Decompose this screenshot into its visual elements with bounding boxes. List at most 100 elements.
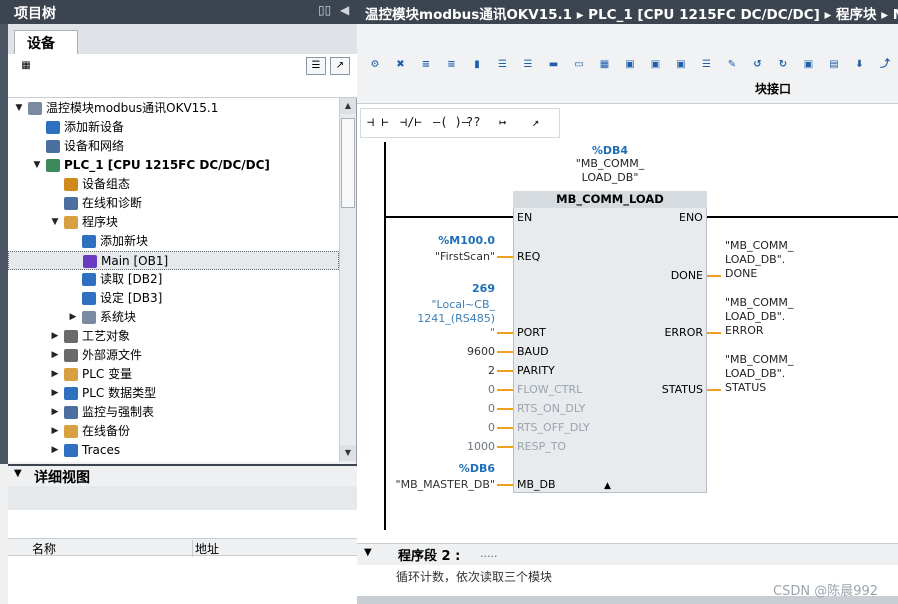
pin-icon[interactable]: ▯▯ (318, 3, 331, 17)
collapse-left-icon[interactable]: ◀ (340, 3, 349, 17)
toolbar-button-icon[interactable]: ☰ (698, 56, 716, 74)
tree-item[interactable]: ▼ PLC_1 [CPU 1215FC DC/DC/DC] (8, 156, 339, 175)
expand-right-icon[interactable]: ▶ (50, 327, 60, 346)
tree-scrollbar[interactable]: ▲ ▼ (339, 98, 356, 462)
input-wire (497, 427, 513, 429)
instruction-bar: ⊣ ⊢ ⊣/⊢ –( )–?? ↦ ↗ (360, 108, 560, 138)
toolbar-button-icon[interactable]: ▦ (596, 56, 614, 74)
network-toggle-icon[interactable]: ▼ (364, 547, 372, 558)
tree-item[interactable]: ▼ 程序块 (8, 213, 339, 232)
input-wire (497, 256, 513, 258)
tree-item[interactable]: 设定 [DB3] (8, 289, 339, 308)
network-icon (46, 140, 60, 153)
instance-db-name[interactable]: "MB_COMM_ LOAD_DB" (560, 157, 660, 185)
param-value[interactable]: 1000 (467, 440, 495, 454)
expand-down-icon[interactable]: ▼ (32, 156, 42, 175)
param-value[interactable]: 0 (488, 402, 495, 416)
instruction-icon[interactable]: –( )– (433, 115, 469, 129)
tree-item[interactable]: ▶ 工艺对象 (8, 327, 339, 346)
tree-item[interactable]: ▶ 外部源文件 (8, 346, 339, 365)
tree-item[interactable]: ▼ 温控模块modbus通讯OKV15.1 (8, 99, 339, 118)
scroll-up-icon[interactable]: ▲ (340, 98, 356, 114)
export-icon[interactable]: ↗ (330, 57, 350, 75)
detail-column-header: 名称 地址 (8, 538, 357, 557)
tree-item[interactable]: 设备和网络 (8, 137, 339, 156)
toolbar-button-icon[interactable]: ✖ (392, 56, 410, 74)
toolbar-button-icon[interactable]: ☰ (494, 56, 512, 74)
scroll-thumb[interactable] (341, 118, 355, 208)
technology-icon (64, 330, 78, 343)
tree-item[interactable]: ▶ 系统块 (8, 308, 339, 327)
output-value[interactable]: "MB_COMM_ LOAD_DB". ERROR (725, 296, 793, 338)
output-value[interactable]: "MB_COMM_ LOAD_DB". DONE (725, 239, 793, 281)
tree-item[interactable]: 添加新块 (8, 232, 339, 251)
block-interface-label[interactable]: 块接口 (755, 80, 791, 97)
expand-right-icon[interactable]: ▶ (50, 403, 60, 422)
tree-item[interactable]: ▶ PLC 变量 (8, 365, 339, 384)
param-value[interactable]: 0 (488, 421, 495, 435)
tree-item-label: Main [OB1] (101, 254, 169, 268)
output-wire (707, 275, 721, 277)
instruction-icon[interactable]: ?? (466, 115, 480, 129)
tree-item[interactable]: 读取 [DB2] (8, 270, 339, 289)
tree-item[interactable]: 在线和诊断 (8, 194, 339, 213)
param-value[interactable]: 9600 (467, 345, 495, 359)
expand-right-icon[interactable]: ▶ (50, 441, 60, 460)
network-2-comment[interactable]: 循环计数，依次读取三个模块 (396, 568, 552, 585)
toolbar-button-icon[interactable]: ▤ (825, 56, 843, 74)
input-wire (497, 446, 513, 448)
toolbar-button-icon[interactable]: ▮ (468, 56, 486, 74)
param-value[interactable]: "FirstScan" (435, 250, 495, 264)
expand-arrow-icon[interactable]: ▲ (604, 481, 611, 491)
param-address: %DB6 (458, 462, 495, 475)
tree-item[interactable]: ▶ 监控与强制表 (8, 403, 339, 422)
column-name[interactable]: 名称 (32, 540, 56, 557)
grid-icon[interactable]: ▦ (16, 58, 36, 76)
toolbar-button-icon[interactable]: ▣ (672, 56, 690, 74)
toolbar-button-icon[interactable]: ⚙ (366, 56, 384, 74)
toolbar-button-icon[interactable]: ▭ (570, 56, 588, 74)
toolbar-button-icon[interactable]: ▬ (545, 56, 563, 74)
expand-right-icon[interactable]: ▶ (50, 422, 60, 441)
tree-item[interactable]: 添加新设备 (8, 118, 339, 137)
list-view-icon[interactable]: ☰ (306, 57, 326, 75)
instruction-icon[interactable]: ↦ (499, 115, 506, 129)
tree-item[interactable]: ▶ PLC 数据类型 (8, 384, 339, 403)
expand-right-icon[interactable]: ▶ (68, 308, 78, 327)
output-value[interactable]: "MB_COMM_ LOAD_DB". STATUS (725, 353, 793, 395)
toolbar-button-icon[interactable]: ≡ (443, 56, 461, 74)
tree-item[interactable]: ▶ 在线备份 (8, 422, 339, 441)
toolbar-button-icon[interactable]: ▣ (800, 56, 818, 74)
scroll-down-icon[interactable]: ▼ (340, 445, 356, 461)
detail-toggle-icon[interactable]: ▼ (14, 468, 22, 479)
param-value[interactable]: "MB_MASTER_DB" (396, 478, 495, 492)
tab-devices[interactable]: 设备 (14, 30, 78, 54)
instruction-icon[interactable]: ↗ (532, 115, 539, 129)
tree-item-label: 温控模块modbus通讯OKV15.1 (46, 101, 219, 115)
expand-right-icon[interactable]: ▶ (50, 365, 60, 384)
tree-toolbar: ▦ ☰ ↗ (8, 54, 357, 98)
column-address[interactable]: 地址 (192, 540, 219, 557)
instruction-icon[interactable]: ⊣ ⊢ (367, 115, 389, 129)
instruction-icon[interactable]: ⊣/⊢ (400, 115, 422, 129)
tree-item[interactable]: Main [OB1] (8, 251, 339, 270)
param-value[interactable]: 2 (488, 364, 495, 378)
tree-item[interactable]: ▶ Traces (8, 441, 339, 460)
expand-right-icon[interactable]: ▶ (50, 346, 60, 365)
toolbar-button-icon[interactable]: ▣ (647, 56, 665, 74)
toolbar-button-icon[interactable]: ⬇ (851, 56, 869, 74)
toolbar-button-icon[interactable]: ⤴ (876, 56, 894, 74)
tree-item-label: 在线和诊断 (82, 196, 143, 210)
toolbar-button-icon[interactable]: ↺ (749, 56, 767, 74)
expand-down-icon[interactable]: ▼ (14, 99, 24, 118)
toolbar-button-icon[interactable]: ✎ (723, 56, 741, 74)
expand-down-icon[interactable]: ▼ (50, 213, 60, 232)
param-value[interactable]: "Local~CB_ 1241_(RS485) " (417, 298, 495, 340)
toolbar-button-icon[interactable]: ≡ (417, 56, 435, 74)
tree-item[interactable]: 设备组态 (8, 175, 339, 194)
toolbar-button-icon[interactable]: ▣ (621, 56, 639, 74)
toolbar-button-icon[interactable]: ↻ (774, 56, 792, 74)
param-value[interactable]: 0 (488, 383, 495, 397)
expand-right-icon[interactable]: ▶ (50, 384, 60, 403)
toolbar-button-icon[interactable]: ☰ (519, 56, 537, 74)
